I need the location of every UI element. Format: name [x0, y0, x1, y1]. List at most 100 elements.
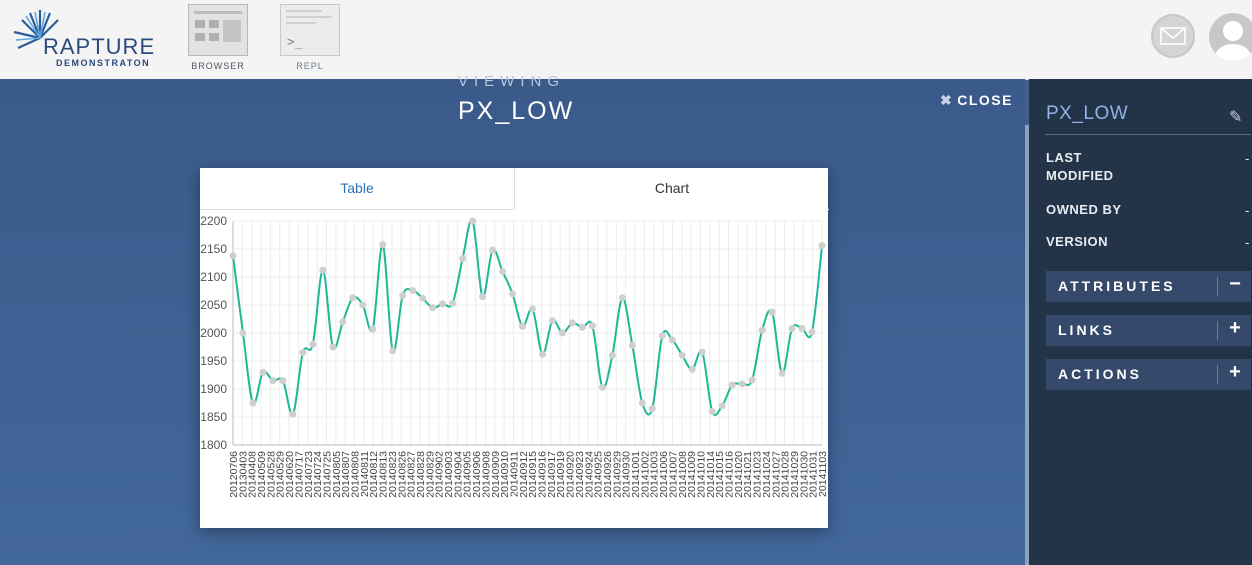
data-point: [778, 369, 786, 377]
nav-repl-button[interactable]: >_ REPL: [280, 4, 340, 71]
data-point: [588, 322, 596, 330]
repl-icon: >_: [280, 4, 340, 56]
close-icon: ✖: [940, 92, 954, 108]
section-separator: [1217, 321, 1218, 340]
top-bar: RAPTURE DEMONSTRATON BROWSER >_ REPL: [0, 0, 1252, 80]
field-version-value: -: [1245, 235, 1250, 250]
data-point: [379, 241, 387, 249]
chart-panel: Table Chart 1800 1850 1900 1950 2000 2050 2100…: [200, 168, 829, 528]
section-links-label: LINKS: [1058, 322, 1115, 338]
data-point: [628, 341, 636, 349]
x-tick-label: 20141103: [817, 451, 828, 497]
data-point: [359, 301, 367, 309]
data-point: [718, 402, 726, 410]
section-attributes-label: ATTRIBUTES: [1058, 278, 1176, 294]
pencil-icon[interactable]: ✎: [1229, 107, 1242, 127]
y-tick-label: 2150: [200, 242, 227, 256]
data-point: [558, 329, 566, 337]
data-point: [808, 328, 816, 336]
main-view: VIEWING PX_LOW ✖ CLOSE Table Chart 1800 18…: [0, 73, 1025, 565]
data-point: [608, 351, 616, 359]
data-point: [279, 377, 287, 385]
nav-browser-label: BROWSER: [191, 61, 245, 71]
data-point: [309, 340, 317, 348]
section-separator: [1217, 365, 1218, 384]
data-point: [788, 325, 796, 333]
divider: [1045, 134, 1251, 135]
details-sidebar: PX_LOW ✎ LAST MODIFIED - OWNED BY - VERS…: [1029, 79, 1252, 565]
user-icon: [1215, 21, 1251, 61]
data-point: [538, 350, 546, 358]
data-point: [748, 376, 756, 384]
data-point: [519, 322, 527, 330]
field-version-label: VERSION: [1046, 234, 1109, 249]
tab-table[interactable]: Table: [200, 168, 514, 210]
y-tick-label: 2200: [200, 214, 227, 228]
data-point: [598, 383, 606, 391]
field-last-modified-value: -: [1245, 151, 1250, 166]
data-point: [578, 323, 586, 331]
sidebar-title: PX_LOW: [1046, 103, 1129, 124]
data-point: [688, 365, 696, 373]
field-owned-by-value: -: [1245, 203, 1250, 218]
line-chart: 1800185019001950200020502100215022002012…: [200, 214, 828, 498]
data-point: [668, 336, 676, 344]
y-tick-label: 1800: [200, 438, 227, 452]
repl-prompt: >_: [287, 35, 303, 50]
data-point: [489, 246, 497, 254]
tab-chart[interactable]: Chart: [514, 168, 829, 210]
data-point: [708, 407, 716, 415]
logo-name: RAPTURE: [43, 34, 156, 59]
data-point: [409, 286, 417, 294]
data-point: [768, 308, 776, 316]
field-last-modified-label: LAST MODIFIED: [1046, 150, 1114, 183]
data-point: [449, 299, 457, 307]
data-point: [509, 290, 517, 298]
data-point: [638, 399, 646, 407]
data-point: [728, 381, 736, 389]
user-avatar[interactable]: [1209, 13, 1252, 61]
y-tick-label: 2100: [200, 270, 227, 284]
data-point: [499, 267, 507, 275]
section-links[interactable]: LINKS +: [1046, 315, 1251, 346]
data-point: [459, 255, 467, 263]
data-point: [249, 399, 257, 407]
expand-icon[interactable]: +: [1223, 317, 1247, 340]
viewing-heading: VIEWING: [458, 73, 566, 90]
close-button[interactable]: ✖ CLOSE: [940, 92, 1013, 109]
data-point: [658, 332, 666, 340]
rapture-logo[interactable]: RAPTURE DEMONSTRATON: [10, 8, 160, 68]
data-point: [548, 317, 556, 325]
data-point: [229, 252, 237, 260]
section-actions-label: ACTIONS: [1058, 366, 1142, 382]
close-label: CLOSE: [957, 92, 1013, 108]
data-point: [289, 410, 297, 418]
data-point: [399, 291, 407, 299]
browser-icon: [188, 4, 248, 56]
section-attributes[interactable]: ATTRIBUTES −: [1046, 271, 1251, 302]
data-point: [269, 377, 277, 385]
data-point: [329, 343, 337, 351]
data-point: [618, 294, 626, 302]
data-point: [369, 325, 377, 333]
y-tick-label: 1900: [200, 382, 227, 396]
nav-repl-label: REPL: [296, 61, 324, 71]
data-point: [469, 217, 477, 225]
data-point: [678, 351, 686, 359]
data-point: [259, 368, 267, 376]
section-actions[interactable]: ACTIONS +: [1046, 359, 1251, 390]
data-point: [568, 319, 576, 327]
field-owned-by-label: OWNED BY: [1046, 202, 1122, 217]
expand-icon[interactable]: +: [1223, 361, 1247, 384]
nav-browser-button[interactable]: BROWSER: [188, 4, 248, 71]
y-tick-label: 1850: [200, 410, 227, 424]
y-tick-label: 2000: [200, 326, 227, 340]
data-point: [429, 304, 437, 312]
data-point: [818, 242, 826, 250]
data-point: [698, 348, 706, 356]
data-point: [319, 266, 327, 274]
mail-button[interactable]: [1151, 14, 1195, 58]
data-point: [738, 380, 746, 388]
logo-subtitle: DEMONSTRATON: [56, 58, 151, 68]
collapse-icon[interactable]: −: [1223, 273, 1247, 296]
